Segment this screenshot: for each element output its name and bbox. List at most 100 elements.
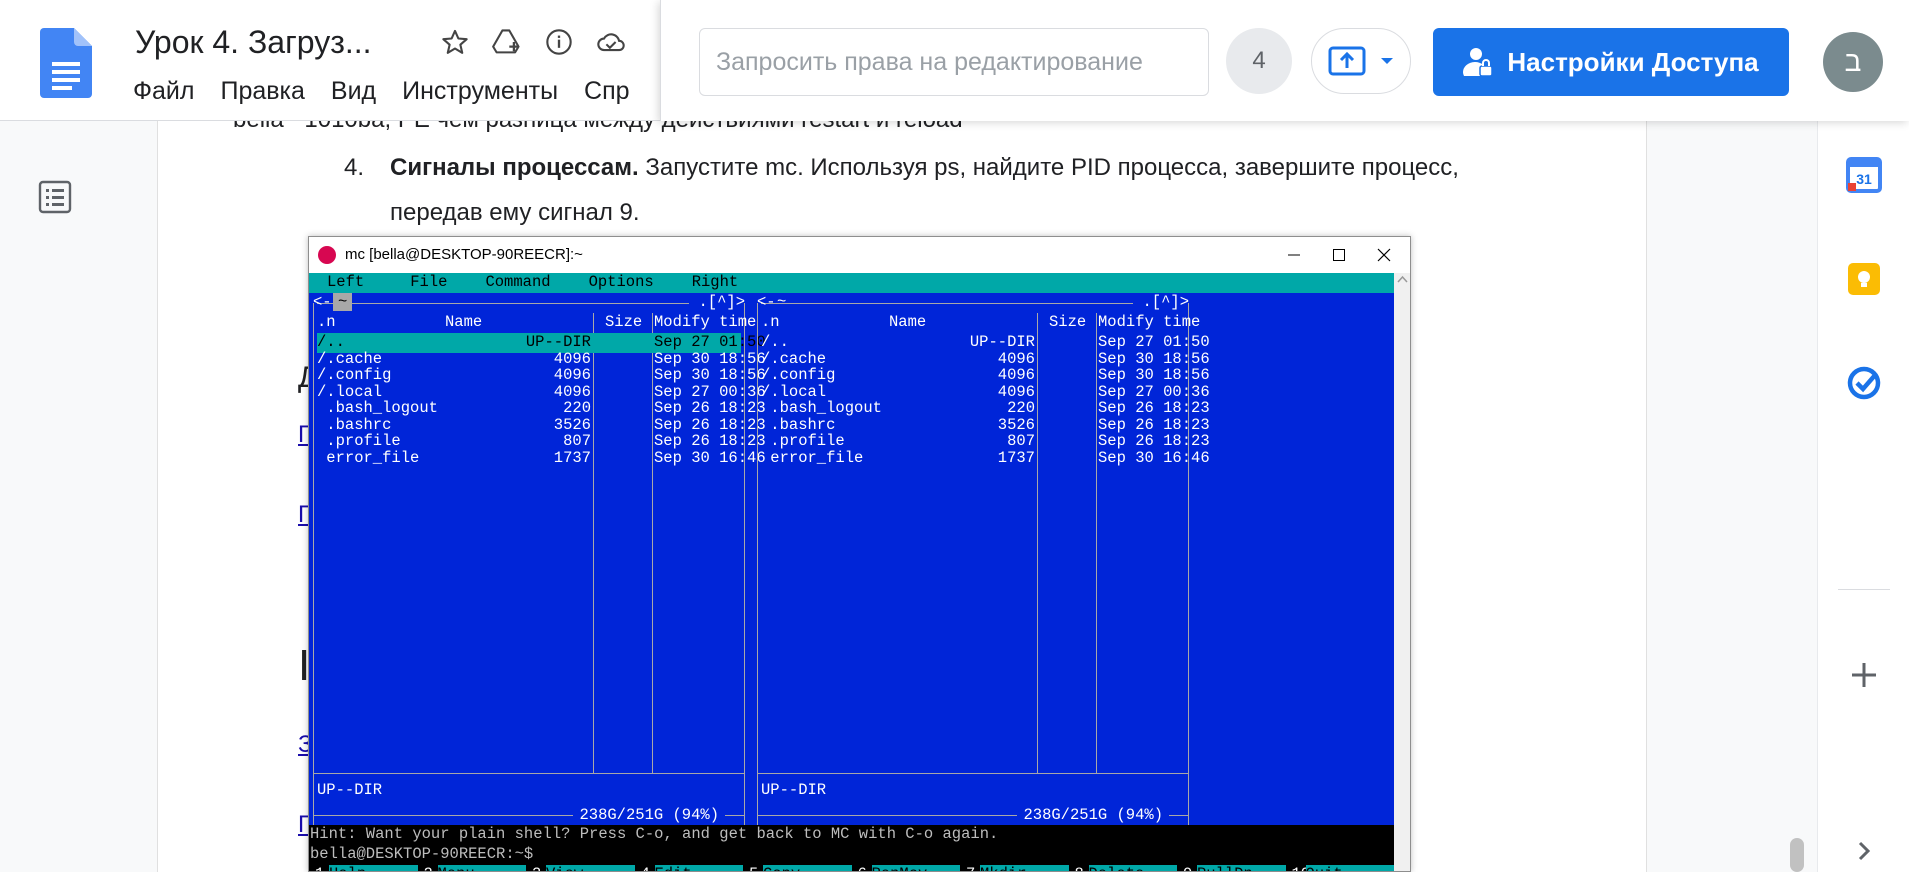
panel-history-left[interactable]: <- [757,293,776,311]
move-to-drive-icon[interactable] [492,24,522,60]
file-size: 3526 [553,415,591,434]
menu-help[interactable]: Спр [584,77,630,106]
fkey-view[interactable]: 3View [526,865,635,871]
mc-function-key-bar: 1Help2Menu3View4Edit5Copy6RenMov7Mkdir8D… [309,865,1394,871]
file-size: 1737 [997,448,1035,467]
fkey-delete[interactable]: 8Delete [1069,865,1177,871]
mc-menu-file[interactable]: File [364,273,447,293]
mc-panel-left[interactable]: <- ~ .[^]> .n Name Size Modify time /.. UP--DIR S… [309,293,766,825]
fkey-help[interactable]: 1Help [309,865,418,871]
fkey-quit[interactable]: 10Quit [1286,865,1394,871]
file-size: 1737 [553,448,591,467]
mc-menu-right[interactable]: Right [654,273,739,293]
present-button[interactable] [1311,28,1411,94]
column-mtime-header[interactable]: Modify time [1098,313,1200,331]
file-name: error_file [761,448,864,467]
terminal-scrollbar[interactable] [1394,273,1411,871]
file-mtime: Sep 26 18:23 [654,399,766,417]
panel-history-right[interactable]: .[^]> [1142,293,1189,311]
fkey-pulldn[interactable]: 9PullDn [1177,865,1286,871]
document-outline-icon[interactable] [38,180,72,214]
file-size: UP--DIR [969,333,1035,351]
terminal-title: mc [bella@DESKTOP-90REECR]:~ [345,246,583,263]
mc-menu-left[interactable]: Left [309,273,364,293]
column-size-header[interactable]: Size [605,313,642,331]
file-name: /.cache [761,349,827,368]
file-name: /.. [317,333,345,351]
mc-hint-line: Hint: Want your plain shell? Press C-o, … [309,825,1394,845]
mc-menu-options[interactable]: Options [551,273,654,293]
column-mtime-header[interactable]: Modify time [654,313,756,331]
file-name: .profile [317,432,401,450]
panel-status-rule [757,773,1189,774]
tasks-icon[interactable] [1846,365,1882,401]
file-name: .bashrc [317,415,392,434]
fkey-copy[interactable]: 5Copy [743,865,852,871]
menu-view[interactable]: Вид [331,77,376,106]
fkey-mkdir[interactable]: 7Mkdir [960,865,1069,871]
file-row[interactable]: error_file 1737 Sep 30 16:46 [317,448,765,469]
fkey-label: Mkdir [980,865,1069,871]
fkey-renmov[interactable]: 6RenMov [852,865,960,871]
keep-icon[interactable] [1846,261,1882,297]
access-settings-button[interactable]: Настройки Доступа [1433,28,1789,96]
fkey-label: Quit [1305,865,1394,871]
close-button[interactable] [1354,237,1410,273]
chevron-right-icon[interactable] [1846,833,1882,869]
google-docs-logo-icon[interactable] [40,28,92,98]
document-title[interactable]: Урок 4. Загруз... [135,24,372,61]
list-number: 4. [344,154,365,181]
star-icon[interactable] [440,24,470,60]
fkey-edit[interactable]: 4Edit [635,865,743,871]
panel-column-header: .n Name Size Modify time [761,313,1200,333]
mc-menu-command[interactable]: Command [447,273,550,293]
file-mtime: Sep 26 18:23 [1098,432,1210,450]
shell-prompt[interactable]: bella@DESKTOP-90REECR:~$ [309,845,1394,865]
mc-panel-right[interactable]: <- ~ .[^]> .n Name Size Modify time /.. UP--DIR S… [753,293,1210,825]
column-name-header[interactable]: Name [889,313,926,331]
file-mtime: Sep 27 01:50 [1098,333,1210,351]
file-size: 4096 [553,366,591,384]
file-mtime: Sep 26 18:23 [654,415,766,434]
panel-history-left[interactable]: <- [313,293,332,311]
viewer-count-badge[interactable]: 4 [1226,28,1292,94]
fkey-label: Copy [763,865,852,871]
terminal-titlebar[interactable]: mc [bella@DESKTOP-90REECR]:~ [309,237,1410,273]
maximize-icon [1333,249,1345,261]
file-mtime: Sep 30 18:56 [654,366,766,384]
fkey-number: 7 [960,865,980,871]
calendar-icon[interactable]: 31 [1846,157,1882,193]
fkey-label: PullDn [1197,865,1286,871]
request-edit-access-field[interactable]: Запросить права на редактирование [699,28,1209,96]
cloud-saved-icon[interactable] [596,24,626,60]
file-name: /.local [317,382,383,401]
column-name-header[interactable]: Name [445,313,482,331]
plus-icon[interactable] [1846,657,1882,693]
file-name: /.. [761,333,789,351]
scroll-up-icon[interactable] [1394,273,1411,287]
column-size-header[interactable]: Size [1049,313,1086,331]
debian-logo-icon [318,246,336,264]
panel-disk-usage: 238G/251G (94%) [573,806,725,824]
docs-header: Урок 4. Загруз... Файл Правка Вид Инстру… [0,0,1909,121]
file-size: 807 [1007,432,1035,450]
document-scrollbar[interactable] [1790,838,1804,872]
file-name: /.cache [317,349,383,368]
fkey-menu[interactable]: 2Menu [418,865,526,871]
title-icon-bar [440,24,626,60]
file-mtime: Sep 26 18:23 [1098,415,1210,434]
side-panel-divider [1838,589,1890,590]
column-sort-key[interactable]: .n [761,313,780,331]
panel-title-line: <- ~ .[^]> [753,293,1193,313]
file-row[interactable]: error_file 1737 Sep 30 16:46 [761,448,1209,469]
document-details-icon[interactable] [544,24,574,60]
menu-tools[interactable]: Инструменты [402,77,558,106]
column-sort-key[interactable]: .n [317,313,336,331]
file-name: /.config [317,366,392,384]
avatar[interactable]: ב [1823,32,1883,92]
fkey-number: 6 [852,865,872,871]
menu-edit[interactable]: Правка [220,77,304,106]
menu-file[interactable]: Файл [133,77,194,106]
panel-history-right[interactable]: .[^]> [698,293,745,311]
fkey-label: Help [329,865,418,871]
